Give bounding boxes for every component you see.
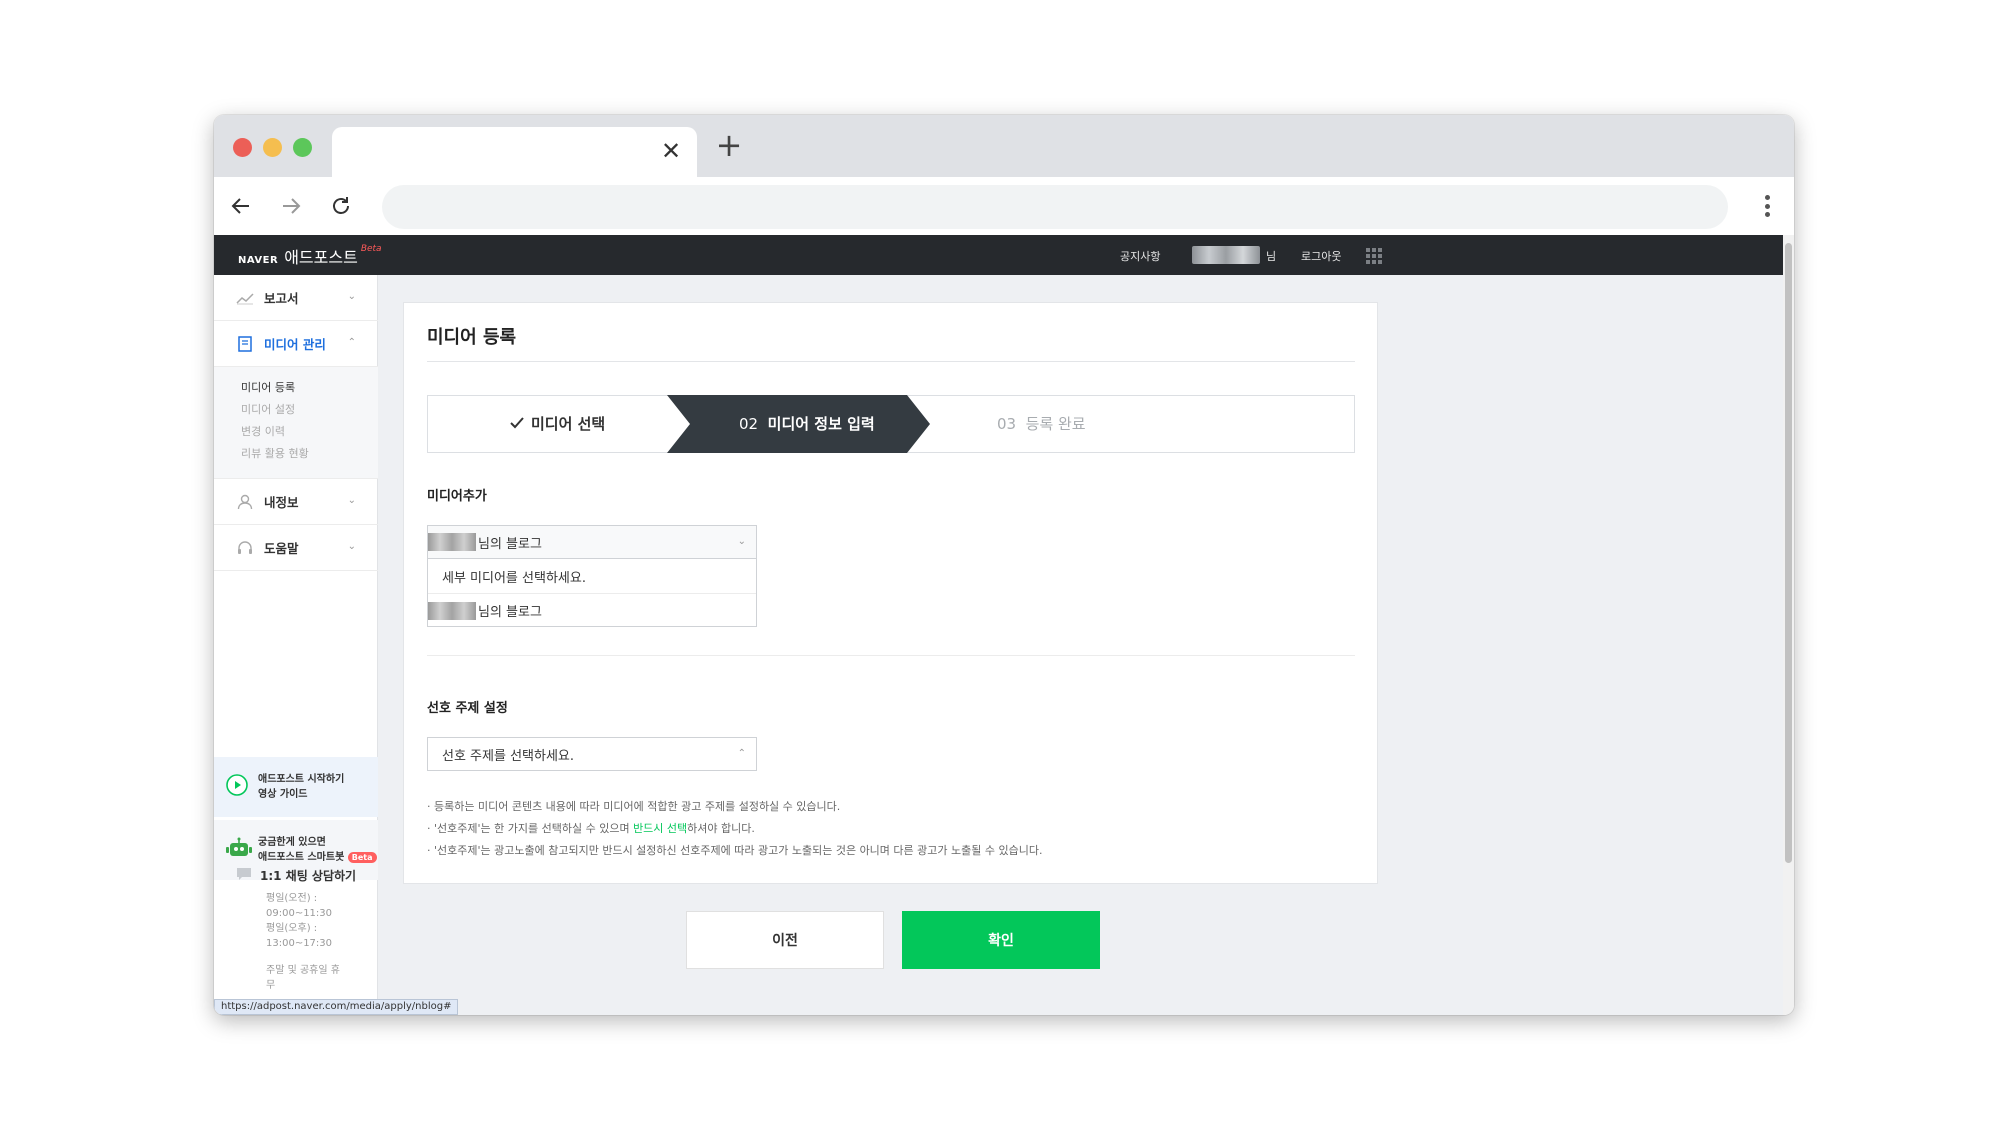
step-2: 02 미디어 정보 입력 (739, 415, 875, 433)
sidebar-item-help[interactable]: 도움말 ⌄ (214, 525, 378, 571)
browser-tab[interactable]: ✕ (332, 127, 697, 177)
forward-icon[interactable] (274, 189, 308, 223)
apps-grid-icon[interactable] (1366, 248, 1382, 264)
submenu-media-register[interactable]: 미디어 등록 (241, 377, 378, 399)
media-register-card: 미디어 등록 미디어 선택 02 미디어 정보 입력 03 등록 완료 미디어추… (403, 302, 1378, 884)
step-3: 03 등록 완료 (997, 415, 1086, 433)
topic-notes: · 등록하는 미디어 콘텐츠 내용에 따라 미디어에 적합한 광고 주제를 설정… (427, 800, 1043, 857)
chevron-down-icon: ⌄ (347, 291, 356, 302)
video-guide-banner[interactable]: 애드포스트 시작하기 영상 가이드 (214, 757, 378, 817)
scrollbar-thumb[interactable] (1785, 243, 1792, 863)
confirm-button[interactable]: 확인 (902, 911, 1100, 969)
status-url: https://adpost.naver.com/media/apply/nbl… (214, 999, 459, 1015)
chevron-up-icon: ⌃ (737, 748, 746, 759)
preferred-topic-label: 선호 주제 설정 (427, 701, 508, 716)
chart-icon (236, 290, 254, 306)
submenu-change-history[interactable]: 변경 이력 (241, 421, 378, 443)
prev-button[interactable]: 이전 (686, 911, 884, 969)
dropdown-option[interactable]: 세부 미디어를 선택하세요. (428, 559, 756, 593)
media-icon (236, 335, 254, 352)
maximize-window-button[interactable] (293, 138, 312, 157)
sidebar-item-report[interactable]: 보고서 ⌄ (214, 275, 378, 321)
sidebar-item-media[interactable]: 미디어 관리 ⌃ (214, 321, 378, 367)
chevron-down-icon: ⌄ (347, 541, 356, 552)
chat-consult-link[interactable]: 1:1 채팅 상담하기 (236, 867, 356, 884)
user-name-redacted (1192, 246, 1260, 264)
back-icon[interactable] (224, 189, 258, 223)
section-divider (427, 655, 1355, 656)
robot-icon (226, 837, 252, 863)
page-scrollbar[interactable] (1783, 235, 1794, 1015)
chevron-down-icon: ⌄ (347, 495, 356, 506)
step-1: 미디어 선택 (509, 395, 605, 453)
tab-close-icon[interactable]: ✕ (659, 139, 683, 163)
check-icon (509, 396, 525, 454)
media-submenu: 미디어 등록 미디어 설정 변경 이력 리뷰 활용 현황 (214, 367, 378, 479)
page-viewport: NAVER 애드포스트 Beta 공지사항 님 로그아웃 보고서 ⌄ 미디어 관리 (214, 235, 1783, 1015)
reload-icon[interactable] (324, 189, 358, 223)
new-tab-button[interactable]: + (714, 129, 744, 161)
submenu-review-usage[interactable]: 리뷰 활용 현황 (241, 443, 378, 465)
play-icon (226, 774, 248, 800)
logout-link[interactable]: 로그아웃 (1301, 248, 1341, 264)
notice-link[interactable]: 공지사항 (1120, 248, 1160, 264)
chat-bubble-icon (236, 867, 252, 884)
browser-window: ✕ + NAVER 애드포스트 Beta 공지사항 님 로그아웃 보고서 ⌄ 미… (214, 115, 1794, 1015)
page-title: 미디어 등록 (427, 327, 517, 348)
tab-bar: ✕ + (214, 115, 1794, 177)
sidebar: 보고서 ⌄ 미디어 관리 ⌃ 미디어 등록 미디어 설정 변경 이력 리뷰 활용… (214, 275, 378, 1015)
chevron-up-icon: ⌃ (347, 337, 356, 348)
preferred-topic-select[interactable]: 선호 주제를 선택하세요. ⌃ (427, 737, 757, 771)
blog-name-redacted (428, 601, 476, 620)
media-select[interactable]: 님의 블로그 ⌄ (427, 525, 757, 559)
close-window-button[interactable] (233, 138, 252, 157)
title-divider (427, 361, 1355, 362)
minimize-window-button[interactable] (263, 138, 282, 157)
submenu-media-settings[interactable]: 미디어 설정 (241, 399, 378, 421)
chat-hours: 평일(오전) : 09:00~11:30 평일(오후) : 13:00~17:3… (266, 893, 340, 991)
user-suffix: 님 (1266, 250, 1277, 263)
dropdown-option[interactable]: 님의 블로그 (428, 593, 756, 627)
step-indicator: 미디어 선택 02 미디어 정보 입력 03 등록 완료 (427, 395, 1355, 453)
headset-icon (236, 540, 254, 556)
media-dropdown-list: 세부 미디어를 선택하세요. 님의 블로그 (427, 559, 757, 627)
browser-toolbar (214, 177, 1794, 235)
beta-badge: Beta (347, 851, 377, 863)
media-add-label: 미디어추가 (427, 489, 487, 504)
user-icon (236, 494, 254, 510)
menu-kebab-icon[interactable] (1762, 191, 1772, 221)
address-bar[interactable] (382, 185, 1728, 229)
site-header: NAVER 애드포스트 Beta 공지사항 님 로그아웃 (214, 235, 1783, 275)
chevron-down-icon: ⌄ (737, 536, 746, 547)
adpost-logo[interactable]: NAVER 애드포스트 Beta (238, 244, 382, 268)
sidebar-item-myinfo[interactable]: 내정보 ⌄ (214, 479, 378, 525)
blog-name-redacted (428, 533, 476, 551)
